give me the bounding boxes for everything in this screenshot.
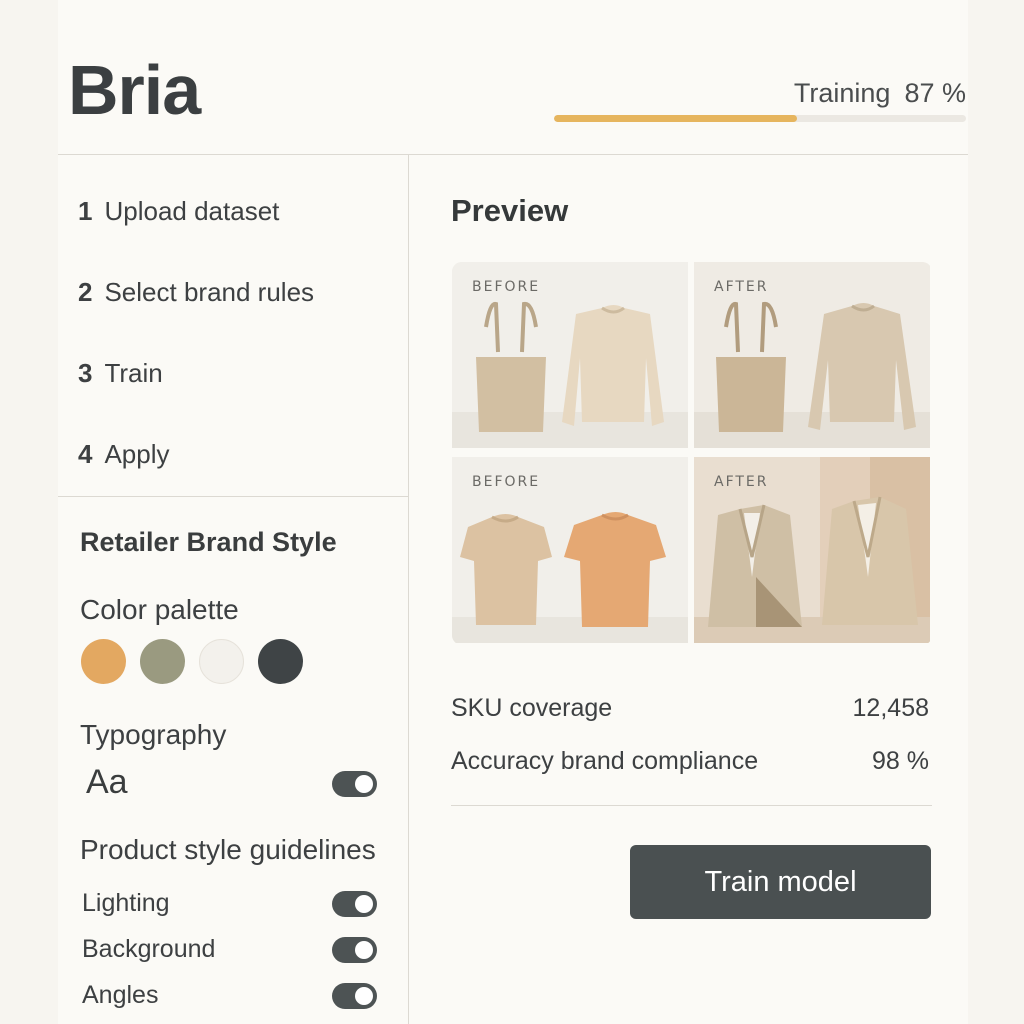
tile-tag: BEFORE: [472, 474, 541, 490]
accuracy-label: Accuracy brand compliance: [451, 747, 759, 775]
guideline-angles-label: Angles: [82, 981, 159, 1009]
angles-toggle[interactable]: [332, 983, 377, 1009]
training-progress-fill: [554, 115, 798, 122]
training-label: Training: [793, 78, 891, 108]
guidelines-label: Product style guidelines: [80, 834, 376, 865]
step-label: Apply: [104, 439, 170, 469]
training-progress-bar: [554, 115, 966, 122]
typography-sample: Aa: [86, 763, 128, 801]
color-swatch-olive[interactable]: [140, 639, 185, 684]
guideline-background-label: Background: [82, 935, 216, 963]
sku-coverage-value: 12,458: [852, 694, 929, 722]
stats-divider: [451, 805, 932, 806]
typography-toggle[interactable]: [332, 771, 377, 797]
column-divider: [408, 155, 409, 1024]
tile-tag: BEFORE: [472, 279, 541, 295]
preview-tile-after-bag-sweater[interactable]: AFTER: [694, 262, 930, 448]
header-divider: [58, 154, 968, 155]
preview-tile-before-tees[interactable]: BEFORE: [452, 457, 688, 643]
page: Bria Training 87 % 1 Upload dataset 2 Se…: [0, 0, 1024, 1024]
tile-tag: AFTER: [714, 279, 769, 295]
train-model-button[interactable]: Train model: [630, 845, 931, 919]
step-upload-dataset[interactable]: 1 Upload dataset: [78, 196, 279, 227]
step-label: Train: [104, 358, 163, 388]
preview-tile-after-blazers[interactable]: AFTER: [694, 457, 930, 643]
guideline-lighting-label: Lighting: [82, 889, 170, 917]
brand-logo: Bria: [68, 51, 201, 129]
color-palette-label: Color palette: [80, 594, 239, 625]
step-train[interactable]: 3 Train: [78, 358, 163, 389]
accuracy-value: 98 %: [872, 747, 929, 775]
step-apply[interactable]: 4 Apply: [78, 439, 170, 470]
training-status: Training 87 %: [794, 78, 966, 109]
color-swatch-charcoal[interactable]: [258, 639, 303, 684]
preview-title: Preview: [451, 193, 569, 228]
step-select-brand-rules[interactable]: 2 Select brand rules: [78, 277, 314, 308]
step-label: Select brand rules: [104, 277, 315, 307]
step-label: Upload dataset: [104, 196, 280, 226]
preview-tile-before-bag-sweater[interactable]: BEFORE: [452, 262, 688, 448]
tile-tag: AFTER: [714, 474, 769, 490]
training-percent: 87 %: [904, 78, 966, 108]
step-number: 1: [78, 196, 93, 226]
step-number: 2: [78, 277, 93, 307]
sku-coverage-label: SKU coverage: [451, 694, 613, 722]
brand-style-title: Retailer Brand Style: [80, 527, 337, 557]
color-swatch-orange[interactable]: [81, 639, 126, 684]
typography-label: Typography: [80, 719, 227, 750]
background-toggle[interactable]: [332, 937, 377, 963]
lighting-toggle[interactable]: [332, 891, 377, 917]
preview-grid: BEFORE AFTER BEFORE AFTER: [452, 262, 932, 645]
step-number: 3: [78, 358, 93, 388]
step-number: 4: [78, 439, 93, 469]
steps-divider: [58, 496, 408, 497]
color-swatch-white[interactable]: [199, 639, 244, 684]
